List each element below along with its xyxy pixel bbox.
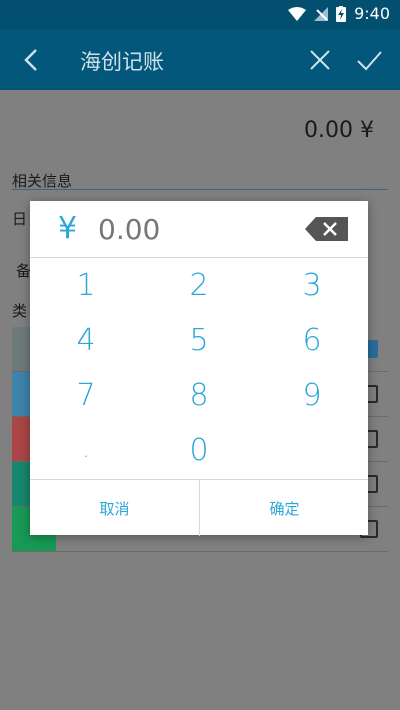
date-row-label: 日 bbox=[12, 210, 28, 228]
number-input-dialog: ¥ 0.00 1 2 3 4 5 6 7 8 9 . 0 取消 确定 bbox=[30, 201, 368, 536]
currency-symbol: ¥ bbox=[58, 211, 78, 246]
cancel-button[interactable]: 取消 bbox=[30, 480, 200, 536]
dialog-button-bar: 取消 确定 bbox=[30, 479, 368, 536]
status-icons: 9:40 bbox=[288, 4, 390, 23]
category-divider bbox=[12, 551, 388, 552]
page-title: 海创记账 bbox=[80, 50, 164, 74]
note-row-label: 备 bbox=[16, 262, 32, 280]
back-arrow-icon[interactable] bbox=[18, 44, 46, 76]
wifi-icon bbox=[288, 6, 307, 21]
battery-charging-icon bbox=[336, 5, 347, 22]
status-time: 9:40 bbox=[354, 4, 390, 23]
key-7[interactable]: 7 bbox=[30, 368, 142, 423]
close-icon[interactable] bbox=[306, 46, 334, 74]
key-3[interactable]: 3 bbox=[256, 258, 368, 313]
key-5[interactable]: 5 bbox=[143, 313, 255, 368]
check-icon[interactable] bbox=[354, 46, 384, 74]
signal-icon bbox=[314, 6, 329, 21]
confirm-button[interactable]: 确定 bbox=[200, 480, 369, 536]
key-1[interactable]: 1 bbox=[30, 258, 142, 313]
category-section-label: 类 bbox=[12, 302, 28, 320]
status-bar: 9:40 bbox=[0, 0, 400, 30]
key-2[interactable]: 2 bbox=[143, 258, 255, 313]
key-9[interactable]: 9 bbox=[256, 368, 368, 423]
key-6[interactable]: 6 bbox=[256, 313, 368, 368]
key-4[interactable]: 4 bbox=[30, 313, 142, 368]
key-8[interactable]: 8 bbox=[143, 368, 255, 423]
section-divider bbox=[12, 189, 388, 190]
backspace-icon[interactable] bbox=[304, 215, 350, 243]
key-decimal[interactable]: . bbox=[30, 423, 142, 478]
dialog-header: ¥ 0.00 bbox=[30, 201, 368, 258]
input-value: 0.00 bbox=[98, 213, 161, 246]
app-toolbar: 海创记账 bbox=[0, 30, 400, 90]
key-0[interactable]: 0 bbox=[143, 423, 255, 478]
amount-display: 0.00 ¥ bbox=[304, 118, 374, 143]
keypad: 1 2 3 4 5 6 7 8 9 . 0 bbox=[30, 258, 368, 479]
section-label-info: 相关信息 bbox=[12, 172, 73, 190]
